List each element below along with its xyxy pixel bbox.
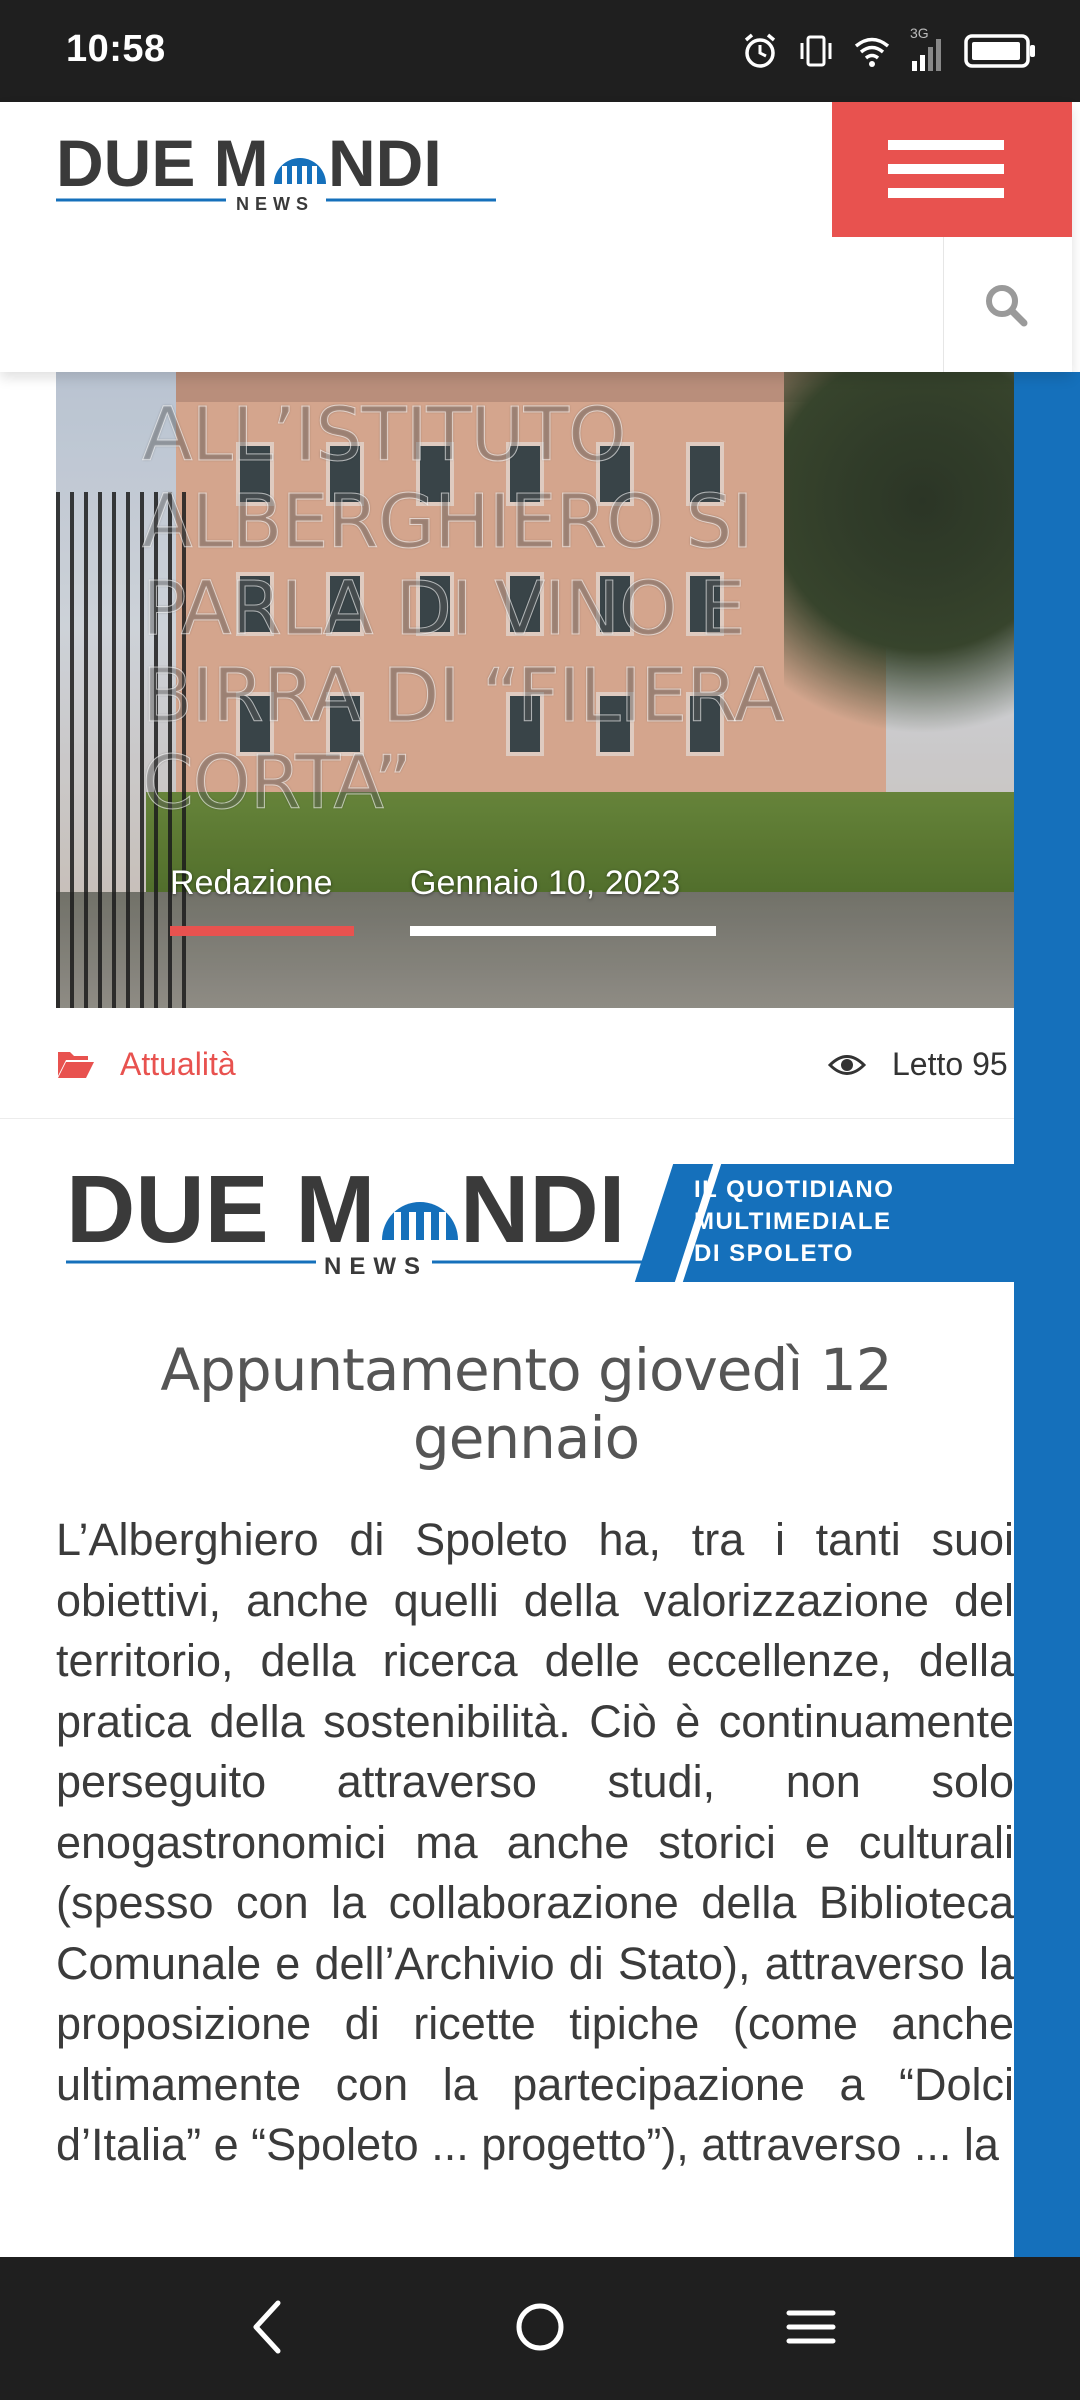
site-logo[interactable]: DUE M NDI NEWS [56, 124, 496, 214]
hamburger-icon [888, 140, 1004, 150]
battery-icon [964, 34, 1035, 68]
home-icon[interactable] [514, 2297, 566, 2357]
article-category[interactable]: Attualità [120, 1046, 236, 1083]
tagline-line-2: MULTIMEDIALE [694, 1208, 892, 1235]
article-title: ALL’ISTITUTO ALBERGHIERO SI PARLA DI VIN… [142, 392, 785, 827]
tagline-line-1: IL QUOTIDIANO [694, 1176, 895, 1203]
article-views: Letto 95 [892, 1046, 1008, 1082]
alarm-icon [744, 33, 776, 68]
svg-text:NEWS: NEWS [236, 194, 314, 214]
status-time: 10:58 [66, 28, 166, 70]
brand-banner[interactable]: DUE M NDI NEWS IL QUOTIDIANO MULTIMEDIAL… [56, 1150, 1014, 1290]
vibrate-icon [800, 35, 832, 67]
menu-button[interactable] [832, 102, 1072, 237]
article-subtitle: Appuntamento giovedì 12 gennaio [160, 1336, 892, 1472]
svg-text:DUE M: DUE M [56, 126, 269, 200]
banner-tagline: IL QUOTIDIANO MULTIMEDIALE DI SPOLETO [694, 1174, 994, 1270]
signal-icon: 3G [908, 25, 948, 73]
hamburger-icon-bar [888, 188, 1004, 198]
status-bar: 10:58 3G [0, 0, 1080, 102]
article-body: L’Alberghiero di Spoleto ha, tra i tanti… [56, 1514, 1014, 2170]
recents-icon[interactable] [786, 2297, 836, 2357]
system-nav-bar [0, 2257, 1080, 2400]
folder-open-icon [58, 1052, 94, 1078]
article-author[interactable]: Redazione [170, 864, 333, 903]
svg-text:NDI: NDI [460, 1156, 625, 1263]
article-meta-row: Attualità Letto 95 [0, 1008, 1014, 1119]
author-underline [170, 926, 354, 936]
search-icon [986, 285, 1028, 327]
hamburger-icon-bar [888, 164, 1004, 174]
banner-logo: DUE M NDI NEWS [66, 1156, 666, 1280]
status-icons: 3G [740, 25, 1036, 76]
svg-text:NEWS: NEWS [324, 1253, 428, 1280]
side-accent-bar [1014, 372, 1080, 2257]
svg-text:NDI: NDI [328, 126, 442, 200]
search-button[interactable] [943, 237, 1072, 372]
date-underline [410, 926, 716, 936]
article-date[interactable]: Gennaio 10, 2023 [410, 864, 680, 903]
svg-text:DUE M: DUE M [66, 1156, 375, 1263]
tagline-line-3: DI SPOLETO [694, 1240, 854, 1267]
wifi-icon [854, 37, 890, 67]
hero-image[interactable]: ALL’ISTITUTO ALBERGHIERO SI PARLA DI VIN… [56, 372, 1014, 1008]
back-icon[interactable] [248, 2297, 288, 2357]
site-header: DUE M NDI NEWS [0, 102, 1072, 372]
eye-icon [828, 1055, 866, 1075]
